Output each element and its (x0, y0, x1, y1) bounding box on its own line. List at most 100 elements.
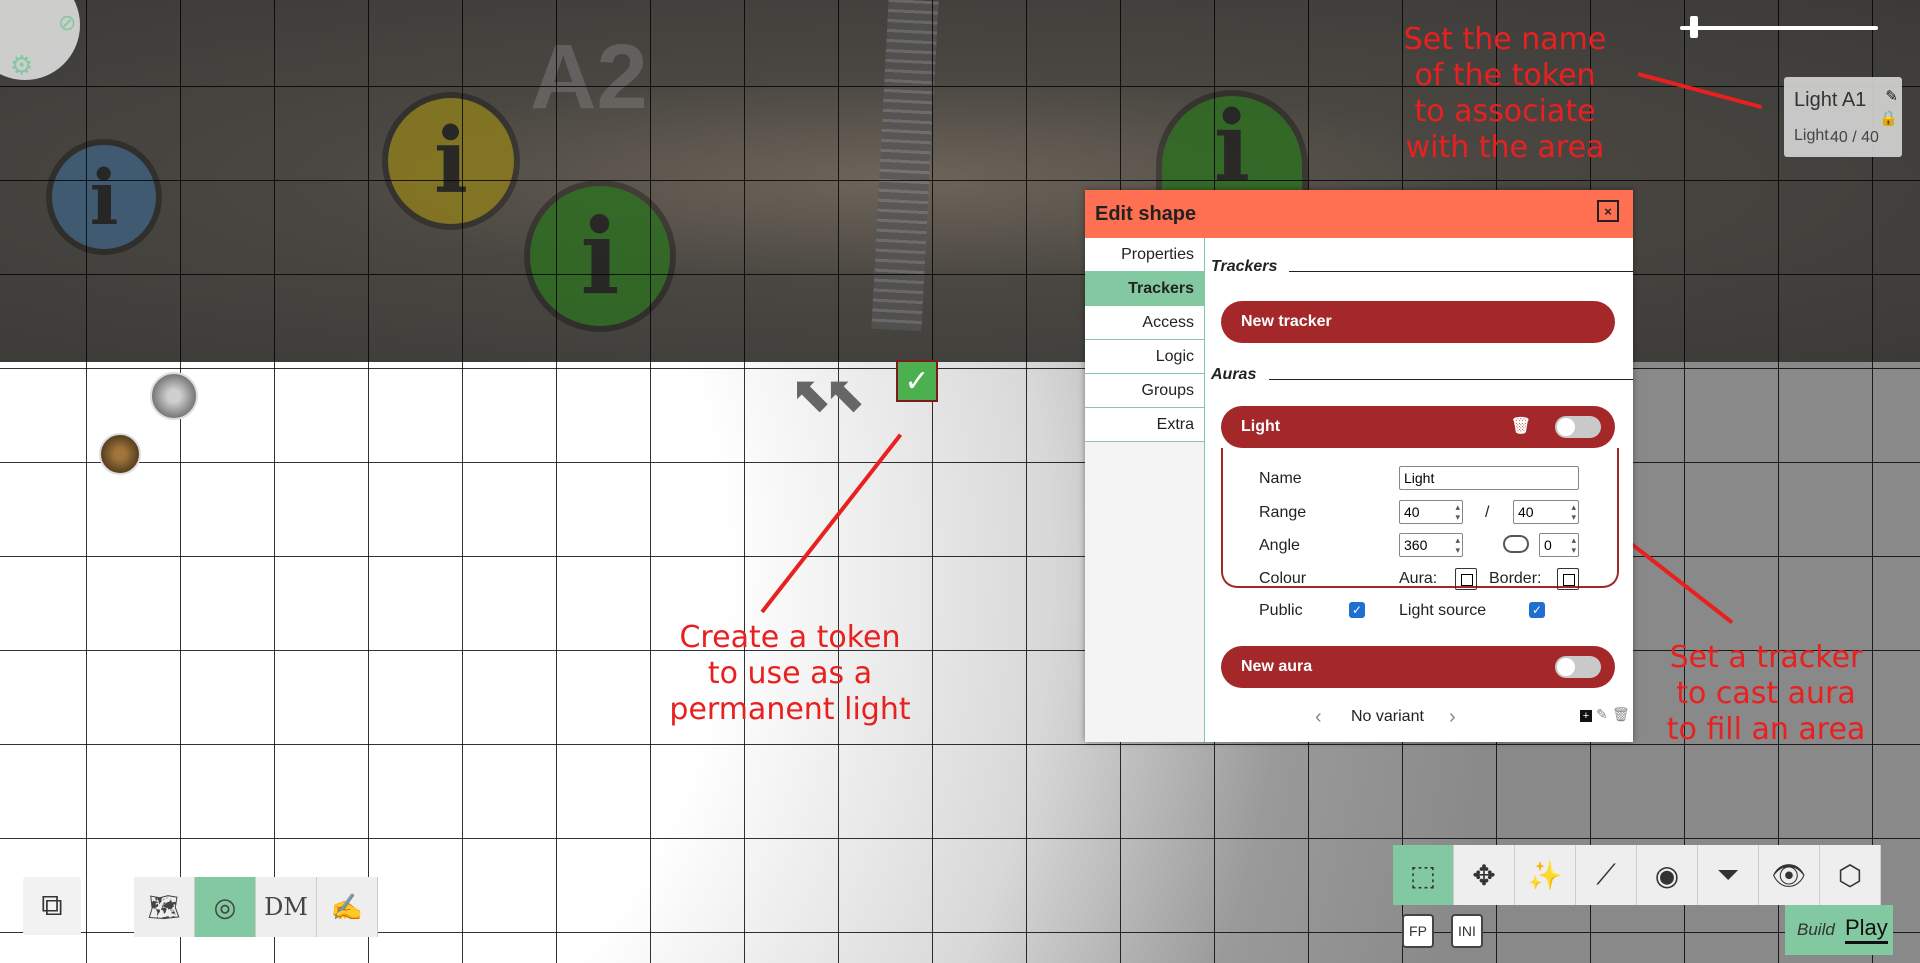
draw-icon: ✍ (330, 891, 364, 922)
gear-icon[interactable]: ⚙ (10, 50, 33, 81)
aura-direction-value: 0 (1544, 537, 1552, 553)
aura-colour-aura-label: Aura: (1399, 570, 1438, 587)
token-icon: ◎ (213, 891, 237, 922)
aura-range-separator: / (1485, 504, 1490, 521)
delete-variant-icon[interactable]: 🗑 (1612, 706, 1630, 723)
layers-button[interactable]: ⧉ (23, 877, 81, 935)
token-character-2[interactable] (99, 433, 141, 475)
tab-extra[interactable]: Extra (1085, 408, 1204, 442)
aura-direction-input[interactable]: 0 ▴ ▾ (1539, 533, 1579, 557)
map-mode-button[interactable]: 🗺 (134, 877, 195, 937)
light-token-selected[interactable]: ✓ (896, 360, 938, 402)
zoom-slider-thumb[interactable] (1690, 16, 1698, 38)
dialog-content: Trackers New tracker Auras Light 🗑 Name … (1205, 238, 1633, 742)
zoom-slider-track[interactable] (1680, 26, 1878, 30)
auras-divider (1269, 379, 1633, 380)
aura-range-label: Range (1259, 504, 1307, 521)
token-direction-arrows: ⬉⬉ (790, 366, 866, 422)
stepper-icon[interactable]: ▴ ▾ (1571, 502, 1576, 522)
lock-icon[interactable]: 🔒 (1879, 109, 1898, 127)
dice-tool-button[interactable]: ⬡ (1820, 845, 1881, 905)
light-source-checkbox[interactable]: ✓ (1529, 602, 1545, 618)
token-character-1[interactable] (150, 372, 198, 420)
aura-range-input[interactable]: 40 ▴ ▾ (1399, 500, 1463, 524)
map-icon: 🗺 (147, 891, 181, 922)
tool-toolbar: ⬚ ✥ ✨ ⟋ ◉ ⏷ 👁 ⬡ (1393, 845, 1881, 905)
token-mode-button[interactable]: ◎ (195, 877, 256, 937)
aura-range-max-value: 40 (1518, 504, 1534, 520)
dialog-tab-list: Properties Trackers Access Logic Groups … (1085, 238, 1205, 742)
edit-variant-icon[interactable]: ✎ (1596, 706, 1608, 723)
select-tool-button[interactable]: ⬚ (1393, 845, 1454, 905)
close-icon[interactable]: × (1597, 200, 1619, 222)
new-aura-button[interactable]: New aura (1221, 646, 1615, 688)
add-variant-icon[interactable]: + (1580, 710, 1592, 722)
light-source-label: Light source (1399, 602, 1487, 619)
variant-next-icon[interactable]: › (1449, 706, 1456, 729)
selection-tracker-name: Light (1794, 127, 1829, 144)
layers-icon: ⧉ (41, 889, 63, 922)
dialog-title: Edit shape (1095, 202, 1197, 225)
trackers-divider (1289, 271, 1633, 272)
variant-label: No variant (1351, 708, 1424, 725)
new-aura-toggle[interactable] (1555, 656, 1601, 678)
tab-groups[interactable]: Groups (1085, 374, 1204, 408)
edit-icon[interactable]: ✎ (1885, 87, 1898, 105)
vision-tool-button[interactable]: 👁 (1759, 845, 1820, 905)
tab-properties[interactable]: Properties (1085, 238, 1204, 272)
ping-tool-button[interactable]: ◉ (1637, 845, 1698, 905)
spell-tool-button[interactable]: ✨ (1515, 845, 1576, 905)
aura-name-input[interactable] (1399, 466, 1579, 490)
annotation-create-token: Create a token to use as a permanent lig… (669, 620, 911, 727)
dm-icon: DM (264, 893, 308, 921)
draw-mode-button[interactable]: ✍ (317, 877, 378, 937)
fp-button[interactable]: FP (1402, 914, 1434, 948)
trackers-heading: Trackers (1211, 258, 1278, 275)
auras-heading: Auras (1211, 366, 1257, 383)
build-mode-button[interactable]: Build (1797, 920, 1835, 940)
angle-direction-toggle[interactable] (1503, 535, 1529, 553)
dm-mode-button[interactable]: DM (256, 877, 317, 937)
aura-light-toggle[interactable] (1555, 416, 1601, 438)
pan-tool-button[interactable]: ✥ (1454, 845, 1515, 905)
selection-tracker-value[interactable]: 40 / 40 (1830, 129, 1879, 147)
selection-name: Light A1 (1794, 89, 1867, 111)
ini-button[interactable]: INI (1451, 914, 1483, 948)
aura-range-value: 40 (1404, 504, 1420, 520)
aura-angle-input[interactable]: 360 ▴ ▾ (1399, 533, 1463, 557)
annotation-tracker: Set a tracker to cast aura to fill an ar… (1666, 640, 1866, 747)
aura-range-max-input[interactable]: 40 ▴ ▾ (1513, 500, 1579, 524)
trash-icon[interactable]: 🗑 (1511, 406, 1531, 448)
stepper-icon[interactable]: ▴ ▾ (1455, 502, 1460, 522)
filter-icon: ⏷ (1716, 858, 1740, 890)
vision-icon: 👁 (1771, 859, 1807, 891)
tab-access[interactable]: Access (1085, 306, 1204, 340)
stepper-icon[interactable]: ▴ ▾ (1571, 535, 1576, 555)
pan-icon: ✥ (1472, 859, 1496, 891)
filter-tool-button[interactable]: ⏷ (1698, 845, 1759, 905)
stepper-icon[interactable]: ▴ ▾ (1455, 535, 1460, 555)
tab-logic[interactable]: Logic (1085, 340, 1204, 374)
compass-icon[interactable]: ⊘ (58, 10, 76, 36)
dialog-header[interactable]: Edit shape × (1085, 190, 1633, 238)
aura-light-header[interactable]: Light 🗑 (1221, 406, 1615, 448)
aura-colour-picker[interactable] (1455, 568, 1477, 590)
border-colour-picker[interactable] (1557, 568, 1579, 590)
aura-name-label: Name (1259, 470, 1302, 487)
tab-trackers[interactable]: Trackers (1085, 272, 1204, 306)
aura-angle-label: Angle (1259, 537, 1300, 554)
aura-colour-label: Colour (1259, 570, 1307, 587)
selection-info-panel: Light A1 ✎ 🔒 Light 40 / 40 (1784, 77, 1902, 157)
mode-toolbar: 🗺 ◎ DM ✍ (134, 877, 378, 937)
select-icon: ⬚ (1409, 859, 1437, 891)
play-mode-button[interactable]: Play (1845, 915, 1888, 944)
dice-icon: ⬡ (1837, 859, 1863, 891)
new-tracker-button[interactable]: New tracker (1221, 301, 1615, 343)
annotation-token-name: Set the name of the token to associate w… (1403, 22, 1607, 165)
ruler-tool-button[interactable]: ⟋ (1576, 845, 1637, 905)
aura-public-label: Public (1259, 602, 1303, 619)
public-checkbox[interactable]: ✓ (1349, 602, 1365, 618)
edit-shape-dialog: Edit shape × Properties Trackers Access … (1085, 190, 1633, 742)
variant-prev-icon[interactable]: ‹ (1315, 706, 1322, 729)
spell-icon: ✨ (1527, 859, 1563, 891)
